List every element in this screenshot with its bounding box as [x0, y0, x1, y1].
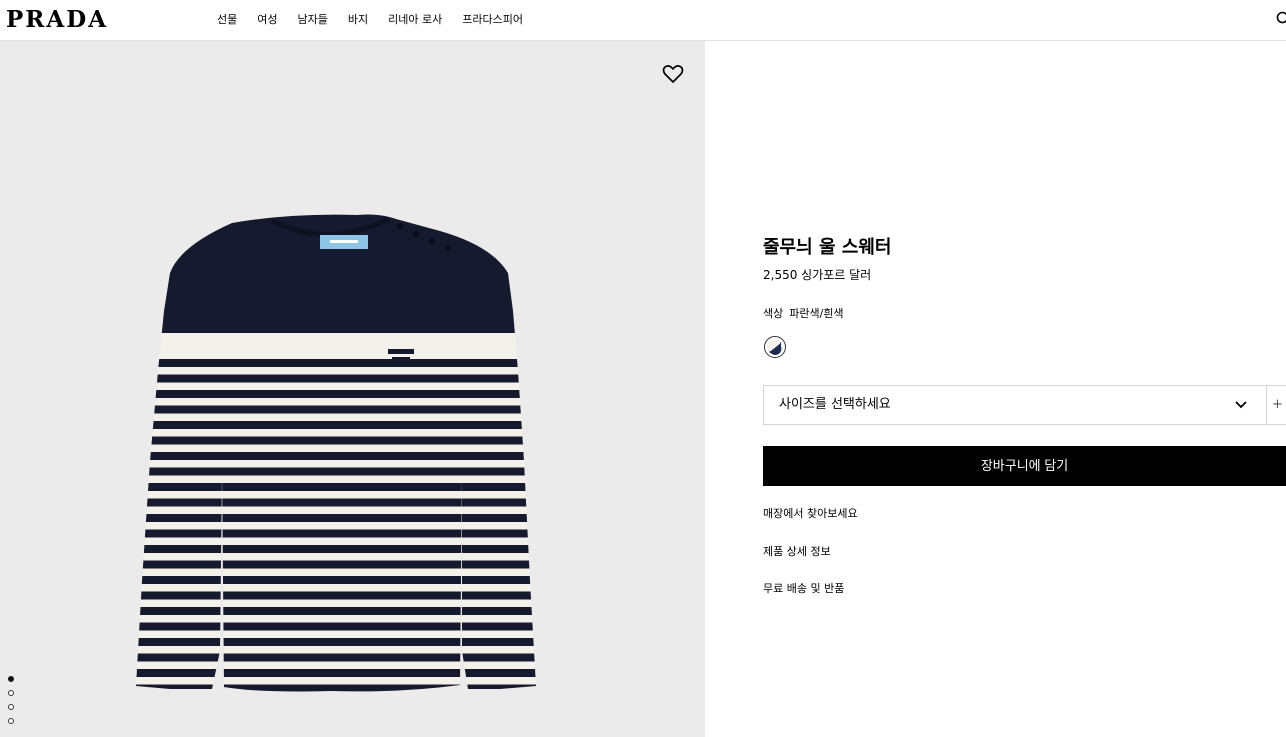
navy-yoke	[136, 214, 536, 333]
swatch-icon	[767, 339, 783, 356]
shipping-returns-link[interactable]: 무료 배송 및 반품	[763, 580, 844, 596]
sweater-stripe	[136, 359, 536, 367]
sweater-stripe	[136, 653, 536, 662]
sweater-stripe	[136, 669, 536, 677]
carousel-dots	[8, 676, 18, 732]
shoulder-button	[413, 231, 419, 237]
carousel-dot-1[interactable]	[8, 676, 14, 682]
size-guide-toggle[interactable]: +	[1272, 386, 1283, 424]
chest-logo-mark	[388, 349, 414, 354]
sweater-stripe	[136, 421, 536, 429]
nav-item-linea-rossa[interactable]: 리네아 로사	[388, 0, 442, 40]
nav-item-pradasphere[interactable]: 프라다스피어	[462, 0, 523, 40]
nav-item-women[interactable]: 여성	[257, 0, 277, 40]
sweater-fabric	[120, 214, 550, 708]
sweater-stripe	[136, 498, 536, 507]
sweater-stripe	[136, 405, 536, 414]
sweater-stripe	[136, 452, 536, 460]
heart-icon[interactable]	[662, 64, 684, 84]
shoulder-button	[429, 238, 435, 244]
sweater-stripe	[136, 514, 536, 522]
main-nav: 선물 여성 남자들 바지 리네아 로사 프라다스피어	[207, 0, 533, 40]
add-to-cart-button[interactable]: 장바구니에 담기	[763, 446, 1286, 486]
color-label: 색상	[763, 307, 784, 320]
carousel-dot-4[interactable]	[8, 718, 14, 724]
sweater-stripe	[136, 560, 536, 569]
sweater-stripe	[136, 390, 536, 398]
shoulder-button	[397, 223, 403, 229]
nav-item-men[interactable]: 남자들	[298, 0, 328, 40]
nav-item-pants[interactable]: 바지	[348, 0, 368, 40]
find-in-store-link[interactable]: 매장에서 찾아보세요	[763, 505, 858, 521]
chest-logo-submark	[392, 357, 410, 360]
sweater-stripe	[136, 483, 536, 491]
sweater-stripe	[136, 545, 536, 553]
striped-sweater-image	[120, 214, 550, 708]
sweater-stripe	[136, 684, 536, 692]
sweater-stripe	[136, 529, 536, 538]
product-details-link[interactable]: 제품 상세 정보	[763, 543, 831, 559]
prada-logo[interactable]: PRADA	[6, 6, 108, 34]
stripe-group	[120, 359, 550, 708]
sweater-stripe	[136, 576, 536, 584]
product-price: 2,550 싱가포르 달러	[763, 268, 872, 282]
sweater-stripe	[136, 374, 536, 383]
product-image-gallery[interactable]	[0, 41, 705, 737]
size-divider	[1266, 386, 1267, 424]
sweater-stripe	[136, 436, 536, 445]
size-select[interactable]: 사이즈를 선택하세요 +	[763, 385, 1286, 425]
sweater-stripe	[136, 638, 536, 646]
brand-label-text-mark	[330, 240, 358, 243]
color-value: 파란색/흰색	[789, 307, 844, 320]
shoulder-button	[445, 245, 451, 251]
sweater-stripe	[136, 607, 536, 615]
carousel-dot-2[interactable]	[8, 690, 14, 696]
sweater-stripe	[136, 467, 536, 476]
color-swatch-blue-white[interactable]	[764, 336, 786, 358]
sweater-stripe	[120, 700, 550, 708]
product-title: 줄무늬 울 스웨터	[763, 237, 892, 258]
sweater-stripe	[136, 622, 536, 631]
nav-item-gifts[interactable]: 선물	[217, 0, 237, 40]
carousel-dot-3[interactable]	[8, 704, 14, 710]
product-info-panel: 줄무늬 울 스웨터 2,550 싱가포르 달러 색상 파란색/흰색 사이즈를 선택…	[763, 0, 1286, 737]
chevron-down-icon	[1235, 401, 1247, 409]
size-select-label: 사이즈를 선택하세요	[779, 397, 891, 412]
sweater-stripe	[136, 591, 536, 600]
color-row: 색상 파란색/흰색	[763, 305, 844, 321]
